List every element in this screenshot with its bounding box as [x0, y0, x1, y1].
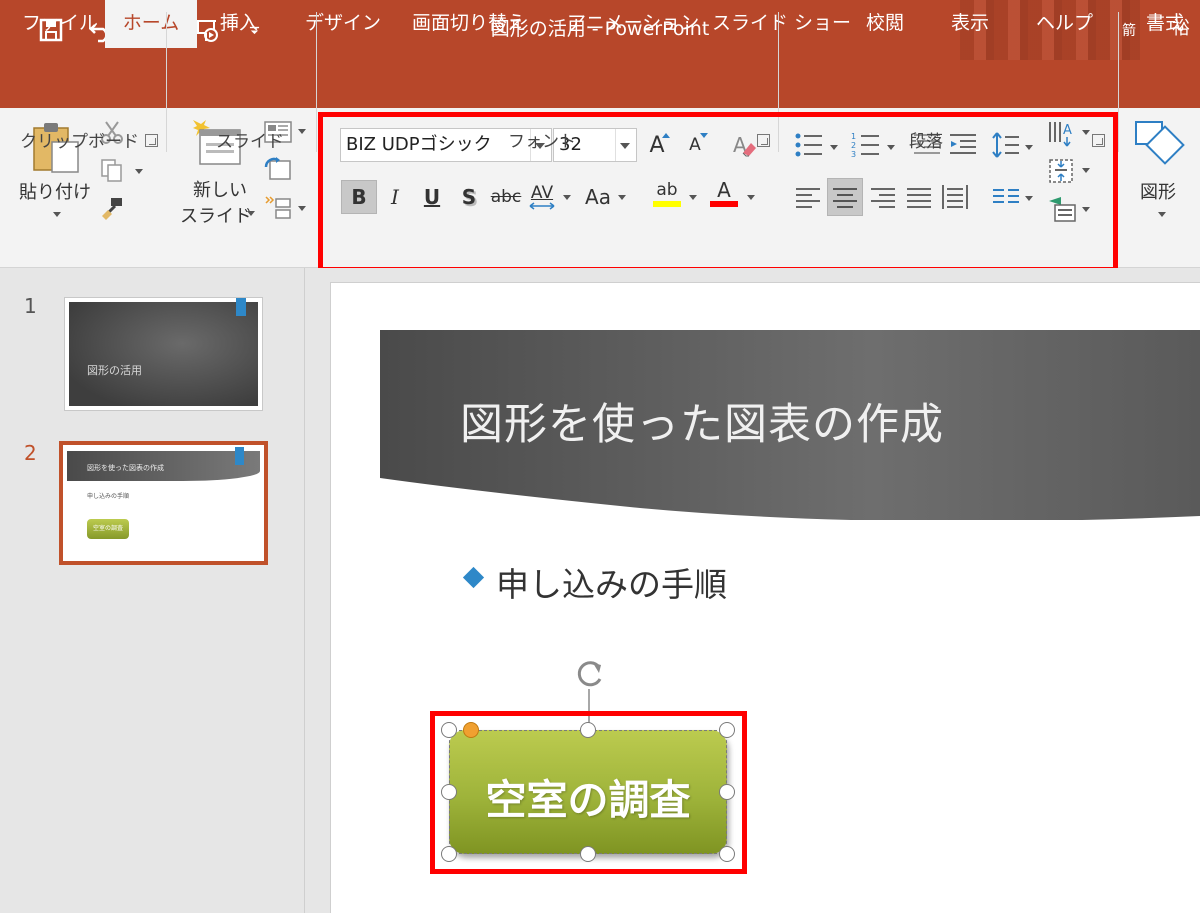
tab-animations[interactable]: アニメーション: [567, 0, 699, 48]
format-painter-icon[interactable]: [98, 194, 126, 222]
thumbnail-slide-1[interactable]: 図形の活用: [64, 297, 263, 411]
thumbnail-slide-2[interactable]: 図形を使った図表の作成 申し込みの手順 空室の調査: [59, 441, 268, 565]
new-slide-label-line2[interactable]: スライド: [180, 202, 252, 228]
slide-title[interactable]: 図形を使った図表の作成: [460, 390, 944, 452]
paste-dropdown-icon[interactable]: [53, 212, 61, 217]
paste-label[interactable]: 貼り付け: [19, 178, 91, 204]
slide-bullet-text[interactable]: 申し込みの手順: [496, 558, 727, 606]
tab-review[interactable]: 校閲: [866, 0, 904, 48]
copy-dropdown-icon[interactable]: [135, 169, 143, 174]
shapes-label[interactable]: 図形: [1140, 178, 1176, 204]
layout-dropdown-icon[interactable]: [298, 129, 306, 134]
thumbnail-number: 1: [24, 294, 37, 318]
tab-file[interactable]: ファイル: [22, 0, 98, 48]
group-separator: [166, 12, 167, 152]
tab-transitions[interactable]: 画面切り替え: [412, 0, 526, 48]
thumbnail-bullet: 申し込みの手順: [87, 493, 130, 500]
tab-format[interactable]: 書式: [1146, 0, 1184, 48]
thumbnail-title: 図形を使った図表の作成: [87, 464, 164, 472]
ribbon-tab-bar: [0, 60, 1200, 108]
section-dropdown-icon[interactable]: [298, 206, 306, 211]
group-separator: [1118, 12, 1119, 152]
tab-view[interactable]: 表示: [951, 0, 989, 48]
account-name-fragment[interactable]: 箭: [1122, 20, 1136, 40]
group-separator: [316, 12, 317, 152]
new-slide-dropdown-icon[interactable]: [247, 211, 255, 216]
thumbnail-tab-mark: [236, 298, 246, 316]
copy-icon[interactable]: [98, 156, 126, 184]
clipboard-launcher-icon[interactable]: [145, 134, 158, 147]
thumbnail-number: 2: [24, 441, 37, 465]
tab-home[interactable]: ホーム: [105, 0, 197, 48]
shapes-dropdown-icon[interactable]: [1158, 212, 1166, 217]
thumbnail-tab-mark: [235, 447, 244, 465]
tab-insert[interactable]: 挿入: [220, 0, 258, 48]
tab-slideshow[interactable]: スライド ショー: [712, 0, 851, 48]
highlight-box-ribbon: [318, 112, 1118, 272]
section-icon[interactable]: [263, 194, 293, 222]
tab-help[interactable]: ヘルプ: [1036, 0, 1093, 48]
highlight-box-shape: [430, 711, 747, 874]
clipboard-group-label: クリップボード: [20, 132, 139, 152]
new-slide-label-line1[interactable]: 新しい: [193, 176, 247, 202]
shapes-icon[interactable]: [1132, 118, 1186, 170]
reset-slide-icon[interactable]: [263, 156, 293, 182]
thumbnail-background: [69, 302, 258, 406]
thumbnail-title: 図形の活用: [87, 364, 142, 377]
thumbnail-shape: 空室の調査: [87, 519, 129, 539]
slides-group-label: スライド: [216, 132, 284, 152]
